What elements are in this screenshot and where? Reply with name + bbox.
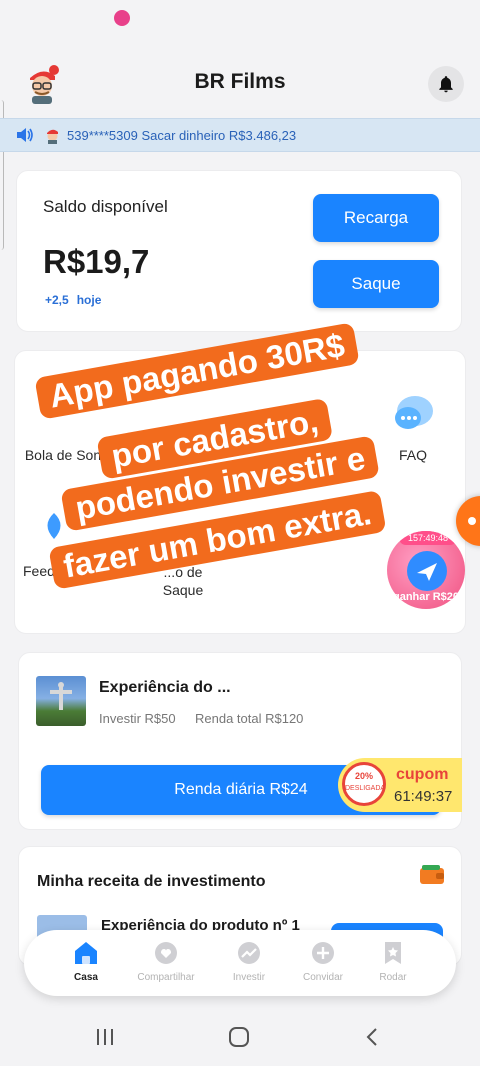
wallet-icon[interactable] — [419, 865, 445, 885]
coupon-title: cupom — [396, 766, 449, 783]
nav-home[interactable]: Casa — [48, 940, 124, 983]
product-title: Experiência do ... — [99, 679, 231, 696]
home-icon — [75, 942, 97, 964]
share-icon — [155, 942, 177, 964]
ticker-avatar-icon — [47, 129, 58, 144]
balance-label: Saldo disponível — [43, 197, 168, 216]
speaker-icon — [17, 128, 33, 142]
balance-change: +2,5 hoje — [45, 293, 109, 307]
overlay-caption: App pagando 30R$ por cadastro, podendo i… — [34, 322, 410, 590]
nav-invite[interactable]: Convidar — [285, 940, 361, 983]
coupon-badge[interactable]: 20% DESLIGADA cupom 61:49:37 — [338, 758, 462, 812]
bell-icon — [439, 76, 453, 93]
system-nav-bar — [0, 1010, 480, 1066]
nav-spin[interactable]: Rodar — [355, 940, 431, 983]
recharge-button[interactable]: Recarga — [313, 194, 439, 242]
coupon-percent: 20% — [354, 771, 373, 781]
nav-share-label: Compartilhar — [137, 972, 195, 983]
home-button-icon[interactable] — [228, 1026, 250, 1048]
paper-plane-icon — [407, 551, 447, 591]
nav-invite-label: Convidar — [302, 972, 344, 983]
plus-icon — [312, 942, 334, 964]
balance-change-period: hoje — [76, 293, 102, 307]
notification-app-icon — [114, 10, 130, 26]
back-icon[interactable] — [362, 1026, 384, 1048]
chart-icon — [238, 942, 260, 964]
bookmark-icon — [385, 942, 401, 964]
nav-spin-label: Rodar — [379, 972, 407, 983]
product-invest-amount: Investir R$50 — [99, 711, 176, 726]
product-total-income: Renda total R$120 — [195, 711, 304, 726]
nav-invest[interactable]: Investir — [211, 940, 287, 983]
balance-change-amount: +2,5 — [45, 293, 69, 307]
coupon-countdown: 61:49:37 — [394, 788, 453, 805]
bottom-nav: Casa Compartilhar Investir Convidar Roda… — [24, 930, 456, 996]
notifications-button[interactable] — [428, 66, 464, 102]
ticker-text: 539****5309 Sacar dinheiro R$3.486,23 — [67, 128, 297, 143]
nav-home-label: Casa — [74, 972, 98, 983]
balance-card: Saldo disponível R$19,7 +2,5 hoje Recarga… — [16, 170, 462, 332]
product-image — [36, 676, 86, 726]
withdraw-ticker: 539****5309 Sacar dinheiro R$3.486,23 — [0, 118, 480, 152]
nav-invest-label: Investir — [232, 972, 266, 983]
app-title: BR Films — [194, 70, 286, 93]
withdraw-button[interactable]: Saque — [313, 260, 439, 308]
coupon-icon: 20% DESLIGADA — [342, 762, 386, 806]
income-title: Minha receita de investimento — [37, 873, 266, 890]
promo-label: ganhar R$20 — [392, 591, 460, 603]
coupon-status: DESLIGADA — [345, 785, 386, 792]
recent-apps-icon[interactable] — [94, 1026, 116, 1048]
app-header: BR Films — [0, 50, 480, 120]
status-bar — [0, 0, 480, 36]
balance-value: R$19,7 — [43, 243, 150, 280]
nav-share[interactable]: Compartilhar — [128, 940, 204, 983]
